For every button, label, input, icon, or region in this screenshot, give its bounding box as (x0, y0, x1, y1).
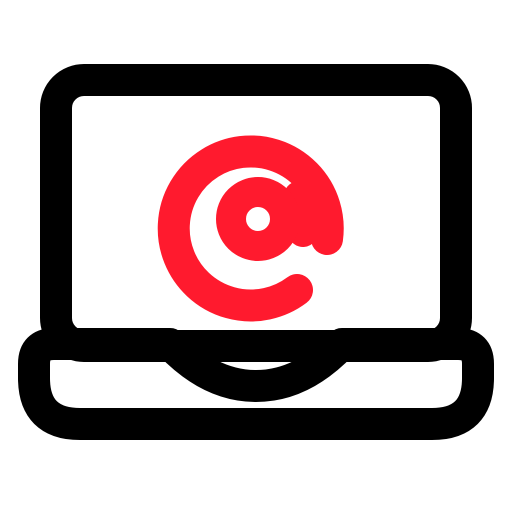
at-sign-icon (157, 135, 344, 322)
icon-canvas (0, 0, 512, 512)
laptop-email-icon (18, 64, 494, 440)
at-sign-inner-ring (216, 177, 300, 261)
